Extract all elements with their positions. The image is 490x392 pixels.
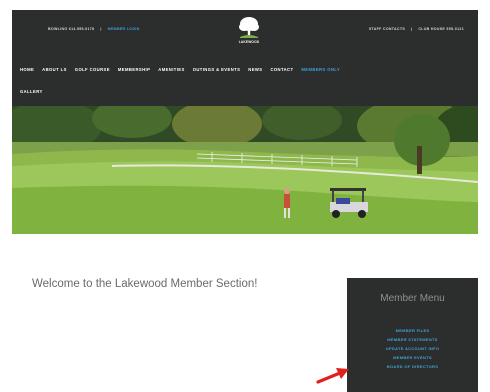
clubhouse-link[interactable]: CLUB HOUSE 555-0121 [418, 27, 464, 31]
menu-item-member-statements[interactable]: MEMBER STATEMENTS [347, 335, 478, 344]
welcome-heading: Welcome to the Lakewood Member Section! [32, 278, 258, 290]
member-menu-title: Member Menu [380, 293, 445, 304]
member-login-link[interactable]: MEMBER LOGIN [108, 27, 140, 31]
nav-item-outings-events[interactable]: OUTINGS & EVENTS [193, 67, 241, 72]
nav-item-members-only[interactable]: MEMBERS ONLY [301, 67, 340, 72]
lakewood-logo[interactable]: LAKEWOOD [234, 13, 264, 49]
nav-item-membership[interactable]: MEMBERSHIP [118, 67, 150, 72]
nav-item-golf-course[interactable]: GOLF COURSE [75, 67, 110, 72]
menu-item-board-of-directors[interactable]: BOARD OF DIRECTORS [347, 362, 478, 371]
main-nav: HOME ABOUT LS GOLF COURSE MEMBERSHIP AME… [20, 67, 470, 94]
staff-contacts-link[interactable]: STAFF CONTACTS [369, 27, 405, 31]
member-menu: Member Menu MEMBER FILES MEMBER STATEMEN… [347, 278, 478, 392]
nav-item-amenities[interactable]: AMENITIES [158, 67, 184, 72]
red-arrow-icon [316, 366, 350, 384]
logo-text: LAKEWOOD [238, 40, 260, 44]
nav-item-gallery[interactable]: GALLERY [20, 89, 43, 94]
phone-link[interactable]: BOWLING 614.555.0178 [48, 27, 94, 31]
golf-course-illustration [12, 106, 478, 234]
hero-image [12, 106, 478, 234]
menu-item-member-files[interactable]: MEMBER FILES [347, 326, 478, 335]
top-bar-right: STAFF CONTACTS | CLUB HOUSE 555-0121 [369, 27, 464, 31]
member-menu-list: MEMBER FILES MEMBER STATEMENTS UPDATE AC… [347, 326, 478, 371]
site-header: BOWLING 614.555.0178 | MEMBER LOGIN LAKEWO… [12, 10, 478, 106]
separator: | [411, 27, 413, 31]
menu-item-member-events[interactable]: MEMBER EVENTS [347, 353, 478, 362]
menu-item-update-account-info[interactable]: UPDATE ACCOUNT INFO [347, 344, 478, 353]
separator: | [100, 27, 102, 31]
nav-item-about[interactable]: ABOUT LS [42, 67, 67, 72]
nav-item-home[interactable]: HOME [20, 67, 34, 72]
nav-item-contact[interactable]: CONTACT [270, 67, 293, 72]
nav-item-news[interactable]: NEWS [248, 67, 262, 72]
top-bar-left: BOWLING 614.555.0178 | MEMBER LOGIN [48, 27, 140, 31]
